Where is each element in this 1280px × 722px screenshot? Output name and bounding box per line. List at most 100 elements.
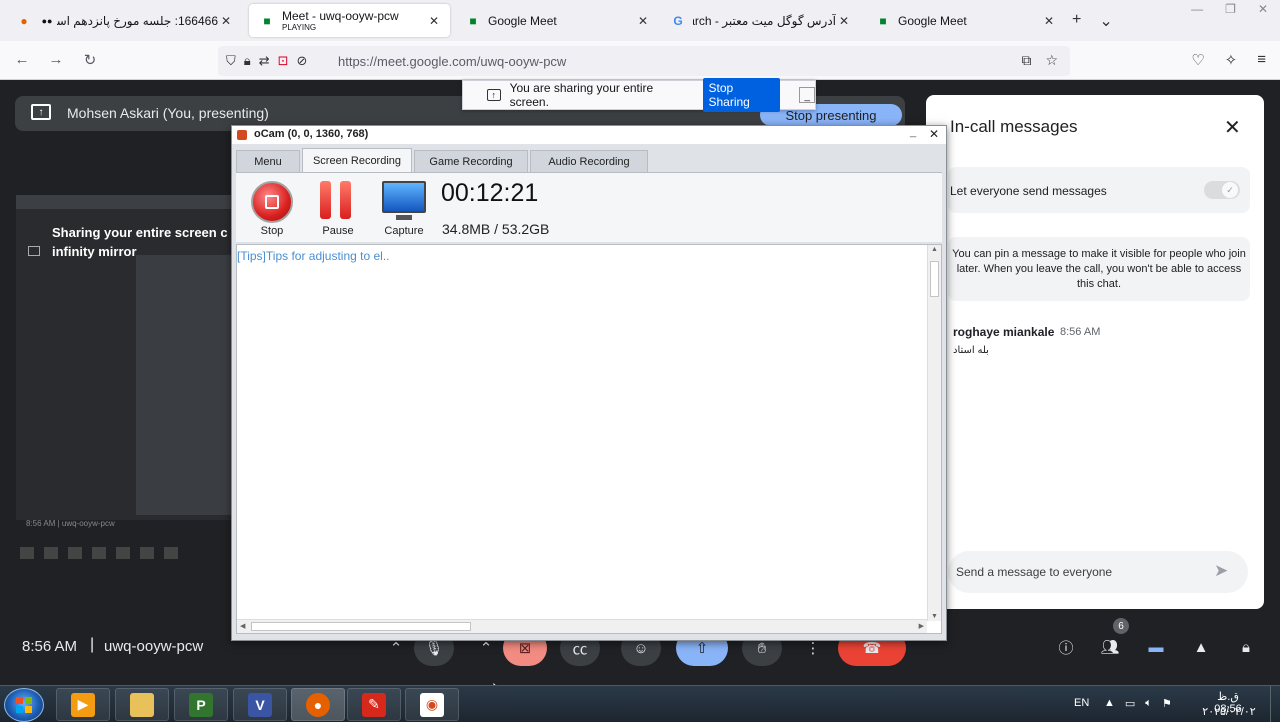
chat-message-input[interactable]: Send a message to everyone ➤ [948, 551, 1248, 593]
horizontal-scrollbar[interactable]: ◀ ▶ [237, 619, 927, 633]
ocam-icon: ◉ [420, 692, 444, 717]
ocam-window: oCam (0, 0, 1360, 768) _ ✕ Menu Screen R… [231, 125, 947, 641]
back-arrow-icon[interactable]: ← [12, 51, 32, 68]
browser-tab-1[interactable]: ● ●● 166466: جلسه مورخ پانزدهم اسفند ✕ [6, 4, 242, 37]
scroll-down-arrow-icon[interactable]: ▼ [931, 613, 938, 620]
picture-in-picture-icon[interactable]: ⧉ [1021, 52, 1031, 69]
meeting-details-icon[interactable]: ⓘ [1055, 636, 1077, 658]
browser-tab-2[interactable]: ■ Meet - uwq-ooyw-pcw PLAYING ✕ [249, 4, 450, 37]
pause-record-button[interactable]: Pause [308, 179, 368, 239]
taskbar-media-player[interactable]: ▶ [56, 688, 110, 721]
meeting-code: uwq-ooyw-pcw [104, 638, 204, 655]
tab-list-chevron-icon[interactable]: ⌄ [1099, 11, 1112, 31]
people-icon[interactable]: 👥︎ [1099, 636, 1121, 658]
participant-count-badge: 6 [1113, 618, 1129, 634]
show-hidden-icons-arrow-icon[interactable]: ▲ [1104, 697, 1115, 710]
taskbar-firefox[interactable]: ● [291, 688, 345, 721]
browser-nav-bar: ← → ↻ ⛉ 🔒︎ ⇄ ⊡ ⊘ https://meet.google.com… [0, 41, 1280, 80]
screen-share-indicator-icon[interactable]: ⊡ [278, 53, 289, 69]
chat-icon[interactable]: ▬ [1145, 636, 1167, 658]
check-icon: ✓ [1222, 182, 1238, 198]
vertical-scrollbar[interactable]: ▲ ▼ [927, 245, 941, 621]
mirror-dock [16, 544, 230, 562]
extensions-icon[interactable]: ✧ [1225, 51, 1238, 69]
tips-link[interactable]: [Tips]Tips for adjusting to el.. [237, 249, 390, 263]
minimize-notification-icon[interactable]: _ [799, 87, 815, 103]
close-tab-icon[interactable]: ✕ [836, 13, 852, 29]
permissions-icon[interactable]: ⇄ [259, 53, 270, 69]
language-indicator[interactable]: EN [1074, 697, 1089, 709]
shield-icon[interactable]: ⛉ [226, 53, 236, 69]
tab-audio-recording[interactable]: Audio Recording [530, 150, 648, 172]
scroll-up-arrow-icon[interactable]: ▲ [931, 246, 938, 253]
visio-icon: V [248, 692, 272, 717]
tab-title: Google Meet [898, 13, 967, 28]
url-text[interactable]: https://meet.google.com/uwq-ooyw-pcw [338, 54, 566, 69]
horizontal-scroll-thumb[interactable] [251, 622, 471, 631]
capture-button[interactable]: Capture [374, 179, 434, 239]
action-center-flag-icon[interactable]: ⚑ [1162, 697, 1172, 710]
monitor-icon [382, 181, 426, 213]
mirror-dock-item [116, 547, 130, 559]
restore-window-icon[interactable]: ❐ [1225, 2, 1236, 16]
send-icon[interactable]: ➤ [1214, 561, 1228, 581]
volume-icon[interactable]: 🔈︎ [1145, 697, 1152, 710]
ocam-close-icon[interactable]: ✕ [929, 127, 939, 141]
chat-input-placeholder: Send a message to everyone [956, 565, 1113, 579]
close-tab-icon[interactable]: ✕ [635, 13, 651, 29]
close-window-icon[interactable]: ✕ [1258, 2, 1268, 16]
stop-square-icon [265, 195, 279, 209]
taskbar-file-explorer[interactable] [115, 688, 169, 721]
browser-tab-4[interactable]: G آدرس گوگل میت معتبر - Search ✕ [660, 4, 860, 37]
windows-logo-icon [16, 697, 32, 713]
close-icon[interactable]: ✕ [1224, 115, 1241, 140]
stop-record-icon [251, 181, 293, 223]
pause-icon [320, 181, 331, 219]
message-sender: roghaye miankale [953, 325, 1055, 339]
tab-menu[interactable]: Menu [236, 150, 300, 172]
taskbar-acrobat[interactable]: ✎ [347, 688, 401, 721]
new-tab-icon[interactable]: + [1072, 11, 1081, 31]
vertical-scroll-thumb[interactable] [930, 261, 939, 297]
activities-icon[interactable]: ▲ [1190, 636, 1212, 658]
scroll-right-arrow-icon[interactable]: ▶ [919, 622, 924, 630]
host-controls-icon[interactable]: 🔒︎ [1235, 636, 1257, 658]
ocam-titlebar[interactable]: oCam (0, 0, 1360, 768) _ ✕ [232, 126, 946, 144]
start-button[interactable] [4, 688, 44, 722]
lock-icon[interactable]: 🔒︎ [244, 53, 251, 69]
in-call-messages-panel: In-call messages ✕ Let everyone send mes… [926, 95, 1264, 609]
clock-date[interactable]: ۲۰۲۵/۰۲/۰۲ [1200, 705, 1258, 718]
network-icon[interactable]: ▭ [1125, 697, 1135, 710]
close-tab-icon[interactable]: ✕ [426, 13, 442, 29]
minimize-window-icon[interactable]: — [1191, 2, 1203, 16]
media-player-icon: ▶ [71, 692, 95, 717]
taskbar-project[interactable]: P [174, 688, 228, 721]
tab-screen-recording[interactable]: Screen Recording [302, 148, 412, 172]
ocam-minimize-icon[interactable]: _ [910, 126, 916, 138]
autoplay-blocked-icon[interactable]: ⊘ [297, 53, 308, 69]
close-tab-icon[interactable]: ✕ [1041, 13, 1057, 29]
bookmark-star-icon[interactable]: ☆ [1045, 52, 1058, 69]
scroll-left-arrow-icon[interactable]: ◀ [240, 622, 245, 630]
reload-icon[interactable]: ↻ [80, 51, 100, 69]
forward-arrow-icon[interactable]: → [46, 51, 66, 68]
taskbar-ocam[interactable]: ◉ [405, 688, 459, 721]
address-bar[interactable]: ⛉ 🔒︎ ⇄ ⊡ ⊘ https://meet.google.com/uwq-o… [218, 46, 1070, 76]
browser-tab-3[interactable]: ■ Google Meet ✕ [455, 4, 659, 37]
show-desktop-button[interactable] [1270, 686, 1280, 722]
tab-game-recording[interactable]: Game Recording [414, 150, 528, 172]
send-messages-toggle[interactable]: ✓ [1204, 181, 1240, 199]
menu-hamburger-icon[interactable]: ≡ [1257, 51, 1266, 69]
mirror-dock-item [92, 547, 106, 559]
tabbar-actions: + ⌄ [1072, 11, 1113, 31]
meeting-separator: | [90, 636, 95, 653]
close-tab-icon[interactable]: ✕ [218, 13, 234, 29]
toolbar-right-icons: ♡ ✧ ≡ [1191, 51, 1266, 69]
mirror-dock-item [20, 547, 34, 559]
stop-sharing-button[interactable]: Stop Sharing [703, 78, 781, 112]
stop-record-button[interactable]: Stop [242, 179, 302, 239]
pocket-icon[interactable]: ♡ [1191, 51, 1204, 69]
browser-tab-5[interactable]: ■ Google Meet ✕ [865, 4, 1065, 37]
taskbar-visio[interactable]: V [233, 688, 287, 721]
ocam-log-area: [Tips]Tips for adjusting to el.. ▲ ▼ ◀ ▶ [236, 244, 942, 634]
